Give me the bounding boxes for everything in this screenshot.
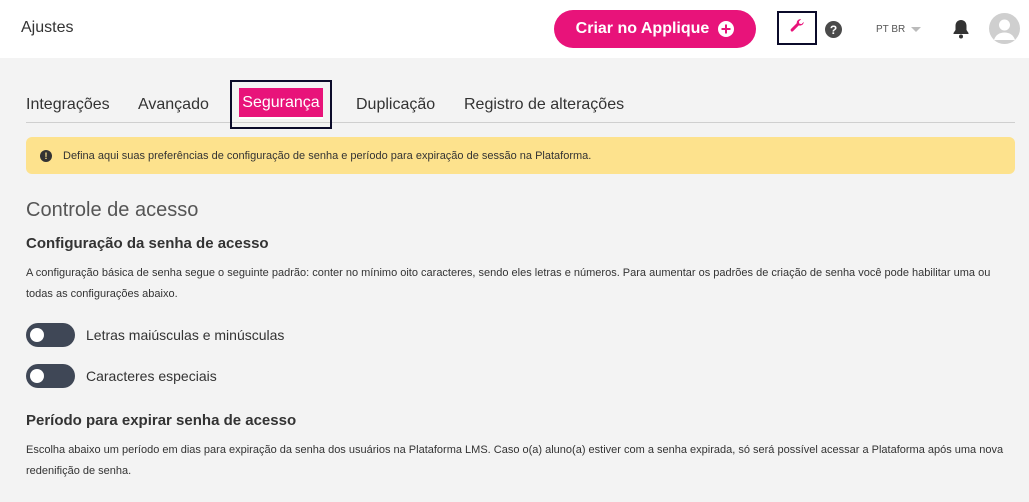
uppercase-lowercase-label: Letras maiúsculas e minúsculas — [86, 327, 285, 343]
password-config-description: A configuração básica de senha segue o s… — [26, 267, 991, 300]
special-characters-toggle[interactable] — [26, 364, 75, 388]
help-icon[interactable]: ? — [825, 21, 842, 38]
create-applique-button[interactable]: Criar no Applique — [554, 10, 756, 48]
tab-seguranca-highlight: Segurança — [230, 80, 332, 129]
info-alert: ! Defina aqui suas preferências de confi… — [26, 137, 1015, 174]
toggle-row-special: Caracteres especiais — [26, 364, 217, 388]
toggle-row-uppercase: Letras maiúsculas e minúsculas — [26, 323, 284, 347]
language-selector[interactable]: PT BR — [876, 24, 922, 35]
tab-avancado[interactable]: Avançado — [138, 96, 209, 114]
tab-seguranca[interactable]: Segurança — [239, 88, 323, 119]
exclamation-icon: ! — [40, 149, 52, 162]
wrench-icon — [788, 17, 806, 40]
caret-down-icon — [911, 27, 922, 32]
language-label: PT BR — [876, 24, 906, 35]
password-config-title: Configuração da senha de acesso — [26, 235, 269, 252]
section-title: Controle de acesso — [26, 199, 199, 221]
expiration-description: Escolha abaixo um período em dias para e… — [26, 444, 1004, 477]
special-characters-label: Caracteres especiais — [86, 368, 217, 384]
settings-wrench-button[interactable] — [777, 11, 817, 45]
user-avatar-icon[interactable] — [989, 13, 1020, 44]
top-header: Ajustes Criar no Applique ? PT BR — [0, 0, 1029, 58]
page-title: Ajustes — [21, 19, 74, 36]
tab-integracoes[interactable]: Integrações — [26, 96, 110, 114]
expiration-title: Período para expirar senha de acesso — [26, 412, 297, 429]
main-content: Integrações Avançado Segurança Duplicaçã… — [0, 58, 1029, 502]
uppercase-lowercase-toggle[interactable] — [26, 323, 75, 347]
create-applique-label: Criar no Applique — [575, 20, 710, 37]
alert-text: Defina aqui suas preferências de configu… — [63, 149, 592, 162]
tab-registro-alteracoes[interactable]: Registro de alterações — [464, 96, 624, 114]
tab-bar: Integrações Avançado Segurança Duplicaçã… — [26, 80, 1015, 129]
bell-icon[interactable] — [952, 19, 970, 44]
plus-circle-icon — [718, 21, 735, 37]
tab-duplicacao[interactable]: Duplicação — [356, 96, 435, 114]
